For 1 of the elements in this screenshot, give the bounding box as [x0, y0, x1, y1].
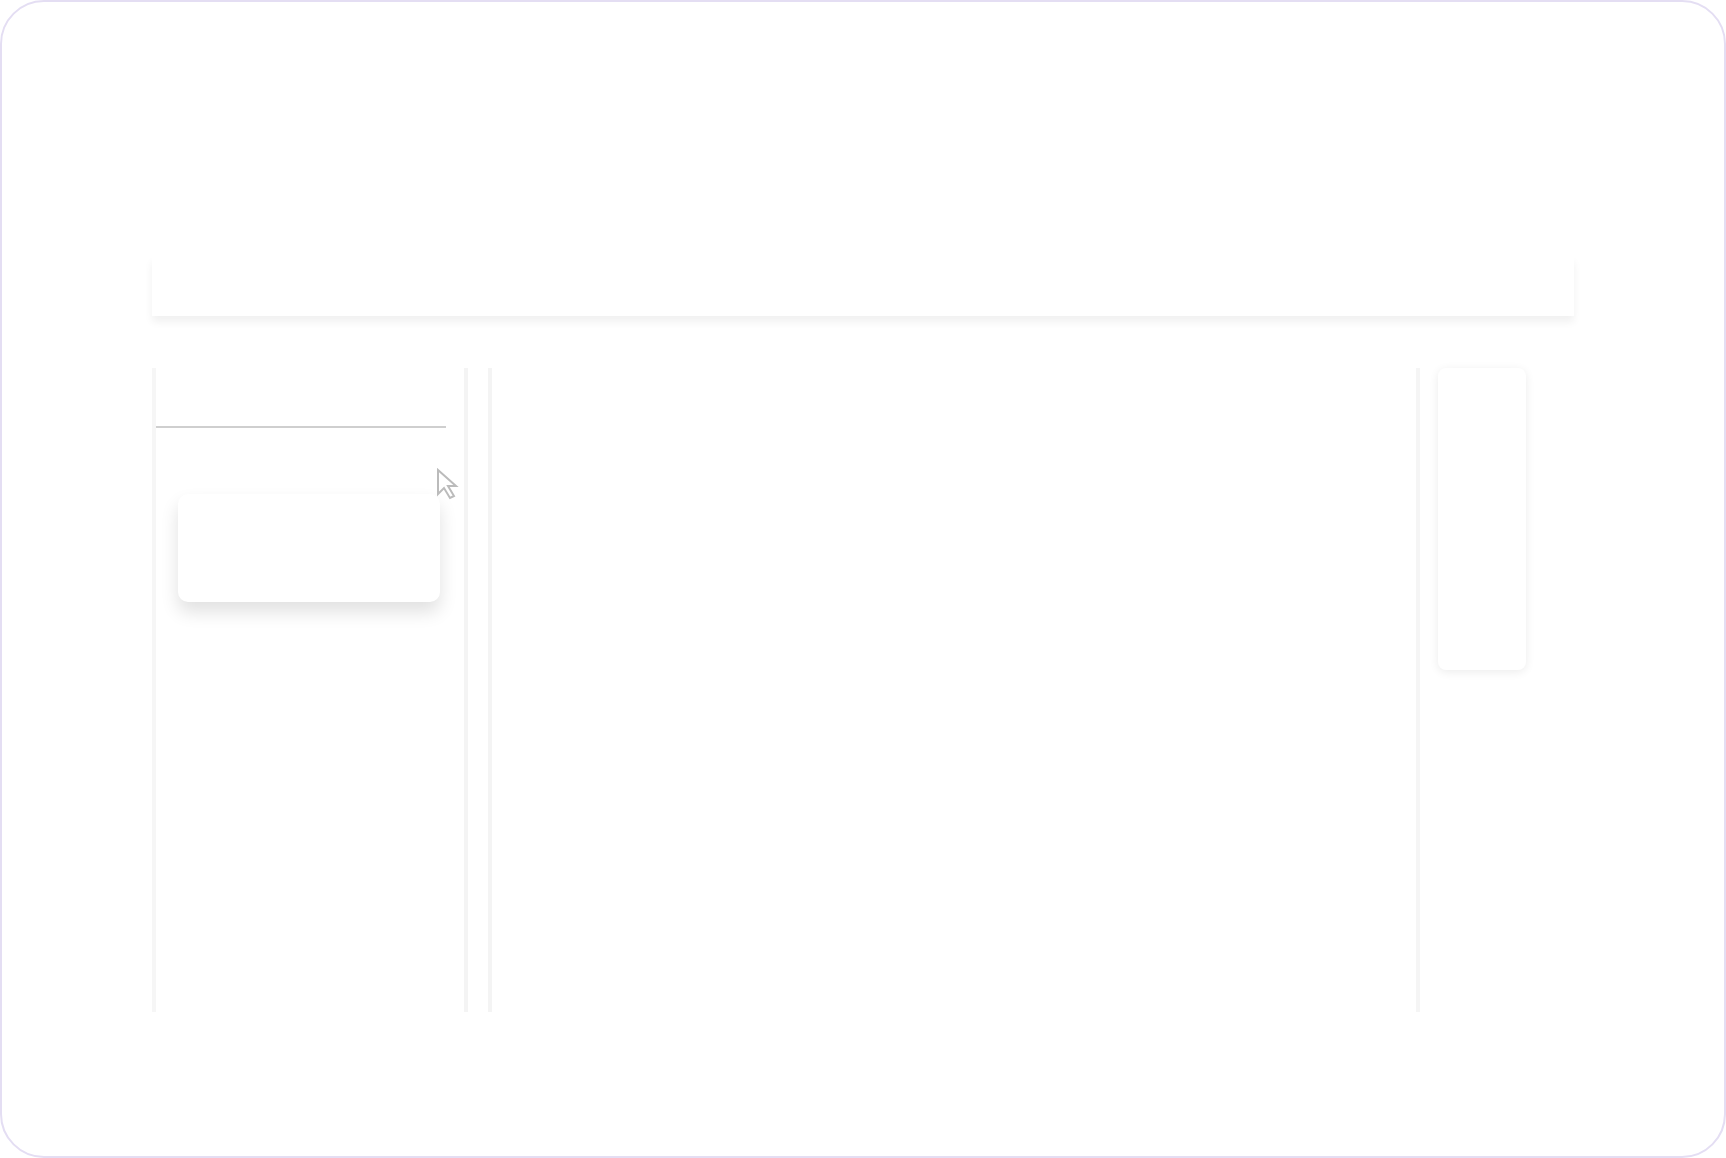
cursor-icon — [436, 468, 460, 500]
